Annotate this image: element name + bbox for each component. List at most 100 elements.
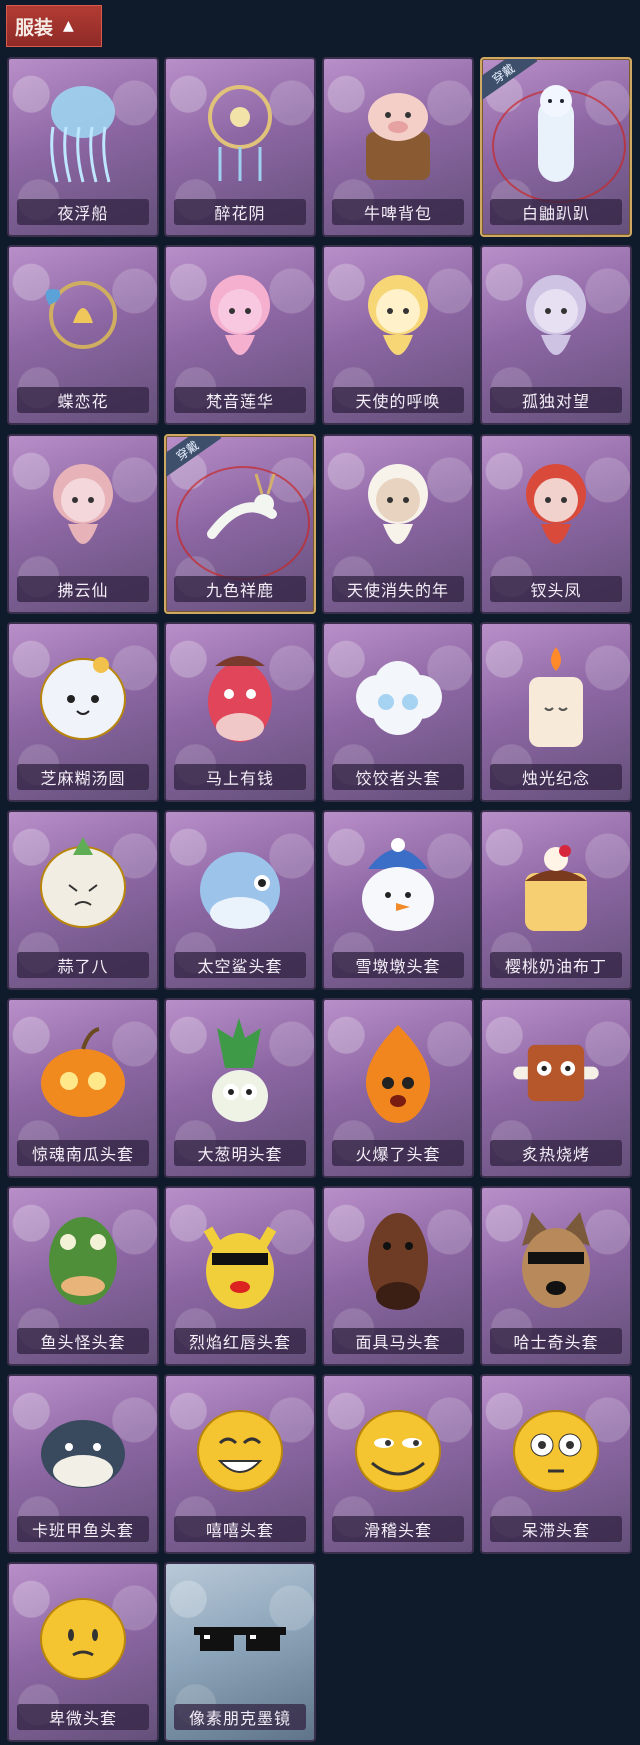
costume-name: 哈士奇头套 [490,1328,622,1354]
costume-name: 白鼬趴趴 [490,199,622,225]
costume-name: 火爆了头套 [332,1140,464,1166]
costume-card[interactable]: 天使的呼唤 [322,245,474,425]
costume-card[interactable]: 像素朋克墨镜 [164,1562,316,1742]
costume-name: 芝麻糊汤圆 [17,764,149,790]
candle-icon [506,642,606,752]
costume-card[interactable]: 雪墩墩头套 [322,810,474,990]
costume-card[interactable]: 嘻嘻头套 [164,1374,316,1554]
costume-card[interactable]: 火爆了头套 [322,998,474,1178]
costume-card[interactable]: 钗头凤 [480,434,632,614]
cow-barrel-icon [348,77,448,187]
costume-name: 九色祥鹿 [174,576,306,602]
costume-card[interactable]: 卡班甲鱼头套 [7,1374,159,1554]
horse-mask-icon [348,1206,448,1316]
costume-card[interactable]: 梵音莲华 [164,245,316,425]
costume-card[interactable]: 哈士奇头套 [480,1186,632,1366]
costume-name: 烈焰红唇头套 [174,1328,306,1354]
costume-card[interactable]: 呆滞头套 [480,1374,632,1554]
costume-card[interactable]: 九色祥鹿 穿戴 [164,434,316,614]
costume-name: 像素朋克墨镜 [174,1704,306,1730]
costume-name: 蒜了八 [17,952,149,978]
costume-card[interactable]: 面具马头套 [322,1186,474,1366]
dumpling-icon [33,642,133,752]
costume-card[interactable]: 天使消失的年 [322,434,474,614]
snowman-icon [348,830,448,940]
turtle-icon [33,1394,133,1504]
costume-name: 卡班甲鱼头套 [17,1516,149,1542]
jellyfish-icon [33,77,133,187]
butterfly-bell-icon [33,265,133,375]
costume-card[interactable]: 牛啤背包 [322,57,474,237]
deer-icon [190,454,290,564]
costume-card[interactable]: 饺饺者头套 [322,622,474,802]
cloud-icon [348,642,448,752]
costume-name: 滑稽头套 [332,1516,464,1542]
costume-name: 烛光纪念 [490,764,622,790]
red-horse-icon [190,642,290,752]
dreamcatcher-icon [190,77,290,187]
garlic-icon [33,830,133,940]
costume-name: 鱼头怪头套 [17,1328,149,1354]
costume-name: 拂云仙 [17,576,149,602]
costume-name: 孤独对望 [490,387,622,413]
fox-doll-icon [33,454,133,564]
stare-emoji-icon [506,1394,606,1504]
costume-card[interactable]: 滑稽头套 [322,1374,474,1554]
costume-name: 天使的呼唤 [332,387,464,413]
humble-emoji-icon [33,1582,133,1692]
costume-name: 大葱明头套 [174,1140,306,1166]
veil-doll-icon [348,454,448,564]
section-header-costume[interactable]: 服装 ▲ [6,5,102,47]
costume-name: 钗头凤 [490,576,622,602]
costume-card[interactable]: 大葱明头套 [164,998,316,1178]
costume-card[interactable]: 马上有钱 [164,622,316,802]
collapse-arrow-icon[interactable]: ▲ [63,18,74,34]
costume-card[interactable]: 醉花阴 [164,57,316,237]
costume-card[interactable]: 拂云仙 [7,434,159,614]
husky-icon [506,1206,606,1316]
pumpkin-icon [33,1018,133,1128]
costume-name: 雪墩墩头套 [332,952,464,978]
costume-card[interactable]: 蒜了八 [7,810,159,990]
costume-name: 饺饺者头套 [332,764,464,790]
costume-name: 夜浮船 [17,199,149,225]
pudding-icon [506,830,606,940]
costume-card[interactable]: 鱼头怪头套 [7,1186,159,1366]
costume-card[interactable]: 太空鲨头套 [164,810,316,990]
costume-name: 惊魂南瓜头套 [17,1140,149,1166]
costume-card[interactable]: 白鼬趴趴 穿戴 [480,57,632,237]
scallion-icon [190,1018,290,1128]
opera-doll-icon [506,454,606,564]
costume-name: 樱桃奶油布丁 [490,952,622,978]
fish-head-icon [33,1206,133,1316]
fire-icon [348,1018,448,1128]
costume-card[interactable]: 芝麻糊汤圆 [7,622,159,802]
costume-card[interactable]: 樱桃奶油布丁 [480,810,632,990]
pixel-glasses-icon [190,1582,290,1692]
shark-icon [190,830,290,940]
costume-card[interactable]: 蝶恋花 [7,245,159,425]
pink-doll-icon [190,265,290,375]
costume-name: 嘻嘻头套 [174,1516,306,1542]
angel-doll-icon [348,265,448,375]
grill-meat-icon [506,1018,606,1128]
costume-name: 牛啤背包 [332,199,464,225]
costume-name: 蝶恋花 [17,387,149,413]
section-title: 服装 [15,16,54,39]
grin-emoji-icon [190,1394,290,1504]
pikachu-icon [190,1206,290,1316]
costume-card[interactable]: 烛光纪念 [480,622,632,802]
costume-name: 马上有钱 [174,764,306,790]
costume-card[interactable]: 炙热烧烤 [480,998,632,1178]
costume-name: 面具马头套 [332,1328,464,1354]
silver-doll-icon [506,265,606,375]
costume-name: 太空鲨头套 [174,952,306,978]
costume-card[interactable]: 卑微头套 [7,1562,159,1742]
costume-card[interactable]: 烈焰红唇头套 [164,1186,316,1366]
costume-card[interactable]: 孤独对望 [480,245,632,425]
costume-name: 天使消失的年 [332,576,464,602]
costume-card[interactable]: 夜浮船 [7,57,159,237]
costume-card[interactable]: 惊魂南瓜头套 [7,998,159,1178]
costume-name: 卑微头套 [17,1704,149,1730]
costume-name: 梵音莲华 [174,387,306,413]
